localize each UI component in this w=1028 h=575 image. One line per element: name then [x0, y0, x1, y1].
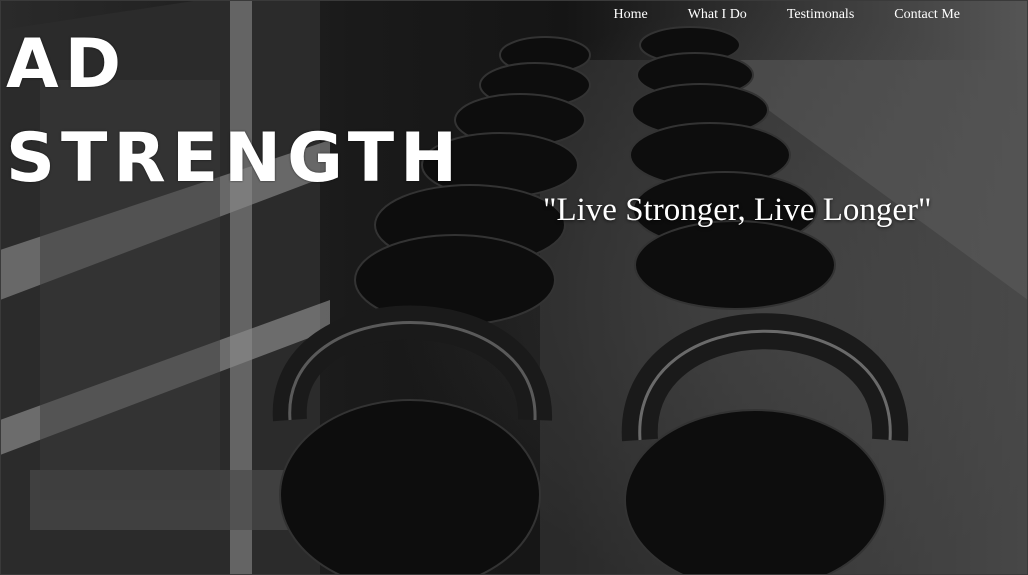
- hero-section: Home What I Do Testimonals Contact Me AD…: [0, 0, 1028, 575]
- brand-line-1: AD: [6, 25, 128, 104]
- nav-what-i-do-link[interactable]: What I Do: [668, 6, 767, 24]
- nav-home-link[interactable]: Home: [594, 6, 668, 24]
- nav-contact-me-link[interactable]: Contact Me: [874, 6, 980, 24]
- brand-logo: AD STRENGTH: [6, 18, 463, 206]
- brand-line-2: STRENGTH: [6, 119, 463, 198]
- main-nav: Home What I Do Testimonals Contact Me: [594, 6, 981, 24]
- tagline: "Live Stronger, Live Longer": [543, 192, 932, 228]
- nav-testimonials-link[interactable]: Testimonals: [767, 6, 874, 24]
